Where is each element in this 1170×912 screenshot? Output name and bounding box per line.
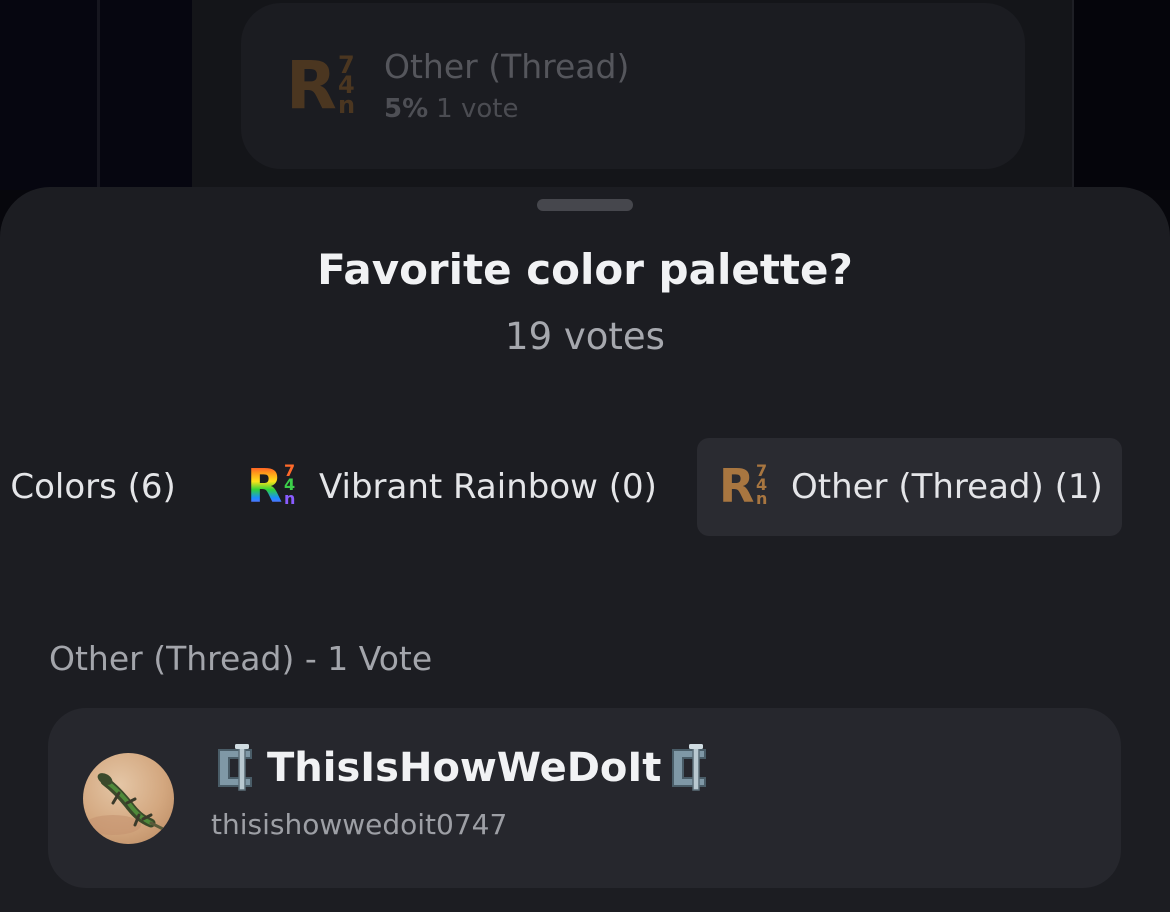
tab-label: n Colors (6) <box>0 467 176 507</box>
r74n-logo-icon: R 7 4 n <box>286 47 356 124</box>
tab-answer-vibrant-rainbow[interactable]: R 7 4 n Vibrant Rainbow (0) <box>247 438 657 536</box>
tab-answer-colors[interactable]: n Colors (6) <box>0 438 198 536</box>
poll-total-votes: 19 votes <box>505 315 665 358</box>
avatar[interactable] <box>83 753 174 844</box>
background-rail-left <box>0 0 192 190</box>
lizard-avatar-icon <box>85 773 173 835</box>
background-answer-meta: 5% 1 vote <box>384 94 629 124</box>
tab-answer-other-thread[interactable]: R 7 4 n Other (Thread) (1) <box>697 438 1122 536</box>
background-rail-right <box>1074 0 1170 190</box>
poll-results-sheet: Favorite color palette? 19 votes n Color… <box>0 187 1170 912</box>
tab-label: Other (Thread) (1) <box>791 467 1103 507</box>
answer-tabs: n Colors (6) R 7 4 n Vibrant Rainbow (0)… <box>0 438 1170 536</box>
background-answer-votes: 1 vote <box>436 94 519 124</box>
sheet-drag-handle[interactable] <box>537 199 633 211</box>
voter-display-name-row: ThisIsHowWeDoIt <box>211 744 715 792</box>
tab-label: Vibrant Rainbow (0) <box>319 467 657 507</box>
background-poll-answer: R 7 4 n Other (Thread) 5% 1 vote <box>241 3 1025 169</box>
r74n-gold-logo-icon: R 7 4 n <box>719 459 768 513</box>
background-rail-divider <box>97 0 100 190</box>
background-answer-title: Other (Thread) <box>384 47 630 86</box>
clamp-icon <box>218 744 252 791</box>
r74n-rainbow-logo-icon: R 7 4 n <box>247 459 296 513</box>
background-answer-text: Other (Thread) 5% 1 vote <box>384 47 629 124</box>
background-answer-percent: 5% <box>384 94 429 124</box>
clamp-icon <box>672 744 707 791</box>
voter-username: thisishowwedoit0747 <box>211 808 508 841</box>
voter-list-item[interactable]: ThisIsHowWeDoIt thisishowwedoit0747 <box>48 708 1121 888</box>
screen: R 7 4 n Other (Thread) 5% 1 vote Favorite… <box>0 0 1170 912</box>
voter-display-name: ThisIsHowWeDoIt <box>267 745 662 791</box>
poll-question: Favorite color palette? <box>317 245 853 294</box>
voters-section-heading: Other (Thread) - 1 Vote <box>49 639 433 678</box>
